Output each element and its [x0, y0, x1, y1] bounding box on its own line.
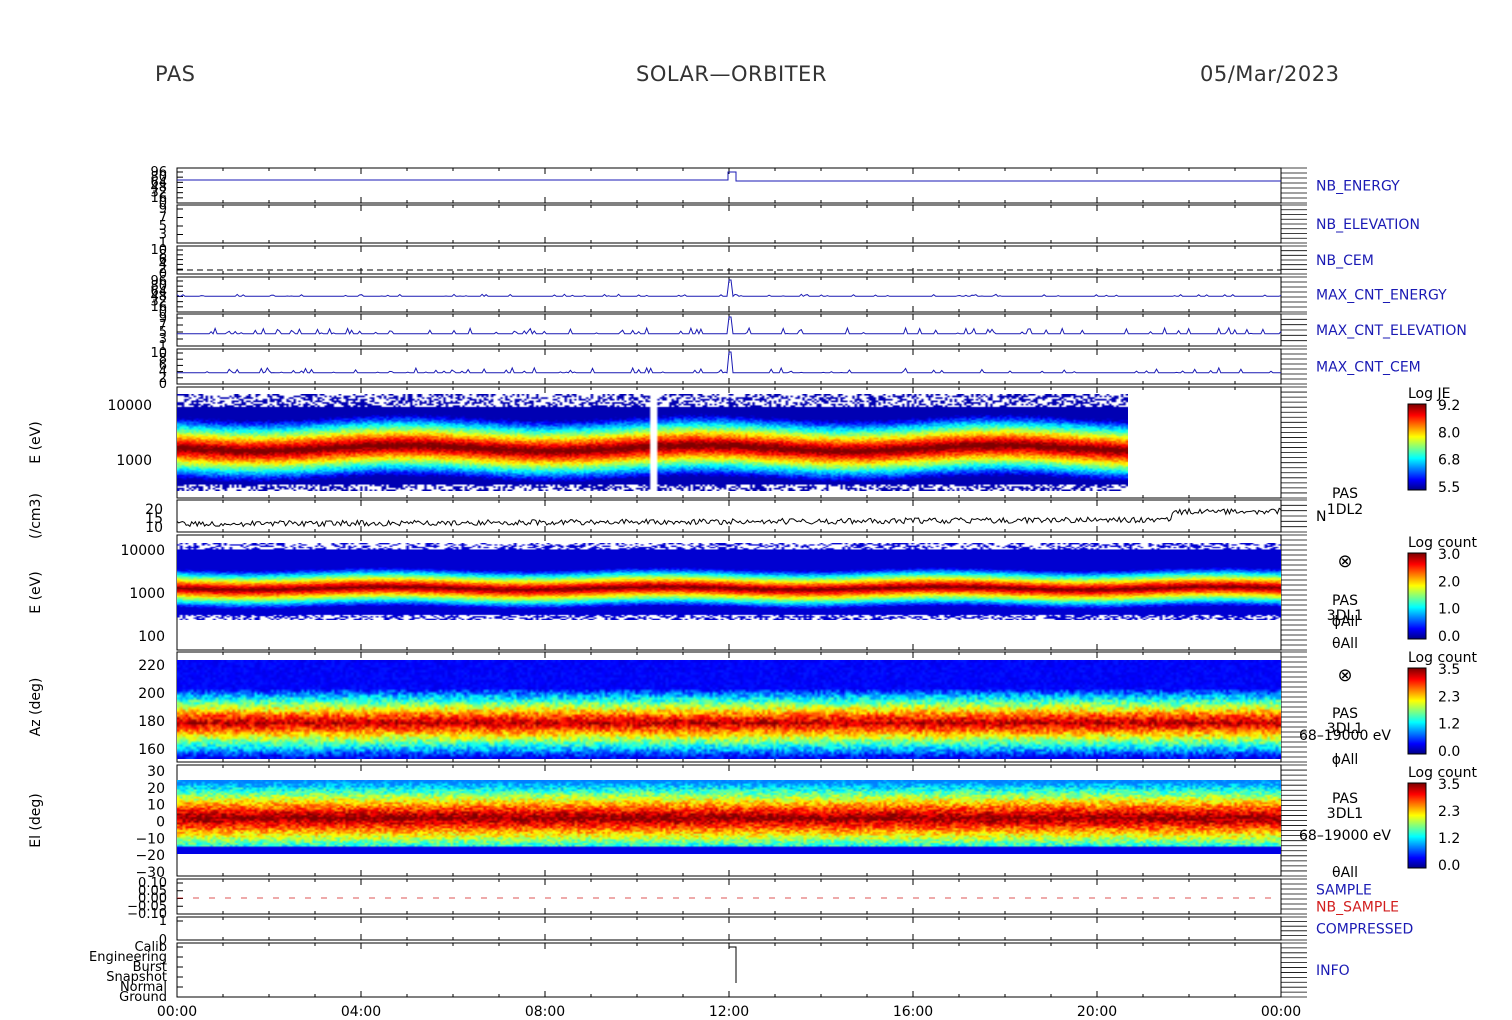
colorbar-tick: 6.8 [1438, 453, 1460, 469]
colorbar-tick: 5.5 [1438, 480, 1460, 496]
panel-label-line: 68–19000 eV [1299, 828, 1391, 844]
density-label: N [1316, 509, 1326, 525]
right-label-sample: SAMPLE [1316, 883, 1372, 899]
right-label-nb_elevation: NB_ELEVATION [1316, 217, 1420, 233]
panel-label-line: 3DL1 [1327, 806, 1363, 822]
y-tick-label: −10 [135, 831, 165, 847]
right-label-compressed: COMPRESSED [1316, 922, 1413, 938]
right-label-max_cnt_cem: MAX_CNT_CEM [1316, 360, 1421, 376]
panel-label-line: 1DL2 [1327, 502, 1363, 518]
y-tick-label: 180 [138, 714, 165, 730]
y-tick-label: 100 [138, 629, 165, 645]
left-tick-label: 0 [159, 377, 167, 392]
y-tick-label: 10 [147, 798, 165, 814]
out-of-plane-symbol: ⊗ [1337, 551, 1352, 572]
colorbar-tick: 3.0 [1438, 547, 1460, 563]
left-tick-label: 1 [159, 914, 167, 929]
y-tick-label: 0 [156, 815, 165, 831]
y-axis-title: E (eV) [28, 571, 44, 613]
max-cnt-energy-trace [176, 279, 1282, 298]
x-tick-label: 16:00 [893, 1004, 933, 1020]
right-label-sample: NB_SAMPLE [1316, 900, 1399, 916]
panel-label-line: PAS [1332, 593, 1358, 609]
y-tick-label: 160 [138, 742, 165, 758]
y-tick-label: 10000 [107, 398, 152, 414]
panel-label-line: θAll [1332, 636, 1358, 652]
y-tick-label: 20 [147, 781, 165, 797]
x-tick-label: 00:00 [157, 1004, 197, 1020]
y-axis-title: (/cm3) [28, 493, 44, 539]
colorbar-tick: 0.0 [1438, 744, 1460, 760]
panel-label-line: θAll [1332, 865, 1358, 881]
azimuth-spectrogram [177, 660, 1281, 759]
panel-label-line: 68–19000 eV [1299, 728, 1391, 744]
colorbar-tick: 1.0 [1438, 602, 1460, 618]
panel-frame-info [176, 942, 1282, 998]
x-tick-label: 12:00 [709, 1004, 749, 1020]
y-tick-label: −30 [135, 865, 165, 881]
right-label-nb_cem: NB_CEM [1316, 253, 1374, 269]
colorbar-tick: 1.2 [1438, 831, 1460, 847]
colorbar-tick: 9.2 [1438, 398, 1460, 414]
out-of-plane-symbol: ⊗ [1337, 665, 1352, 686]
y-tick-label: 1000 [116, 453, 152, 469]
colorbar-tick: 3.5 [1438, 662, 1460, 678]
panel-label-line: ϕAll [1332, 752, 1359, 768]
panel-label-line: ϕAll [1332, 614, 1359, 630]
x-tick-label: 00:00 [1261, 1004, 1301, 1020]
right-label-max_cnt_elevation: MAX_CNT_ELEVATION [1316, 323, 1467, 339]
colorbar-tick: 1.2 [1438, 717, 1460, 733]
max-cnt-elevation-trace [177, 316, 1282, 336]
y-axis-title: El (deg) [28, 793, 44, 848]
x-tick-label: 08:00 [525, 1004, 565, 1020]
summary-plot: 00:00 04:00 08:00 12:00 16:00 20:00 00:0096806… [28, 165, 1477, 1020]
colorbar-tick: 0.0 [1438, 629, 1460, 645]
panel-label-line: PAS [1332, 486, 1358, 502]
colorbar-tick: 2.0 [1438, 574, 1460, 590]
y-tick-label: 10000 [120, 543, 165, 559]
y-tick-label: 220 [138, 658, 165, 674]
energy-3d-spectrogram [177, 543, 1281, 620]
y-axis-title: E (eV) [28, 421, 44, 463]
elevation-spectrogram [177, 780, 1281, 854]
info-trace [729, 946, 737, 983]
y-tick-label: 10 [145, 520, 163, 536]
y-tick-label: 1000 [129, 586, 165, 602]
colorbar-tick: 0.0 [1438, 858, 1460, 874]
colorbar-tick: 8.0 [1438, 425, 1460, 441]
panel-label-line: PAS [1332, 706, 1358, 722]
right-label-nb_energy: NB_ENERGY [1316, 179, 1400, 195]
left-tick-label: Ground [119, 990, 167, 1005]
colorbar-tick: 3.5 [1438, 777, 1460, 793]
energy-1d-spectrogram [177, 394, 1128, 491]
x-tick-label: 20:00 [1077, 1004, 1117, 1020]
panel-label-line: PAS [1332, 791, 1358, 807]
colorbar-tick: 2.3 [1438, 689, 1460, 705]
y-tick-label: −20 [135, 848, 165, 864]
max-cnt-cem-trace [177, 351, 1281, 375]
density-trace [176, 507, 1282, 528]
colorbar-tick: 2.3 [1438, 804, 1460, 820]
y-tick-label: 200 [138, 686, 165, 702]
right-label-max_cnt_energy: MAX_CNT_ENERGY [1316, 288, 1447, 304]
right-label-info: INFO [1316, 963, 1350, 979]
y-tick-label: 30 [147, 764, 165, 780]
x-tick-label: 04:00 [341, 1004, 381, 1020]
y-axis-title: Az (deg) [28, 678, 44, 737]
